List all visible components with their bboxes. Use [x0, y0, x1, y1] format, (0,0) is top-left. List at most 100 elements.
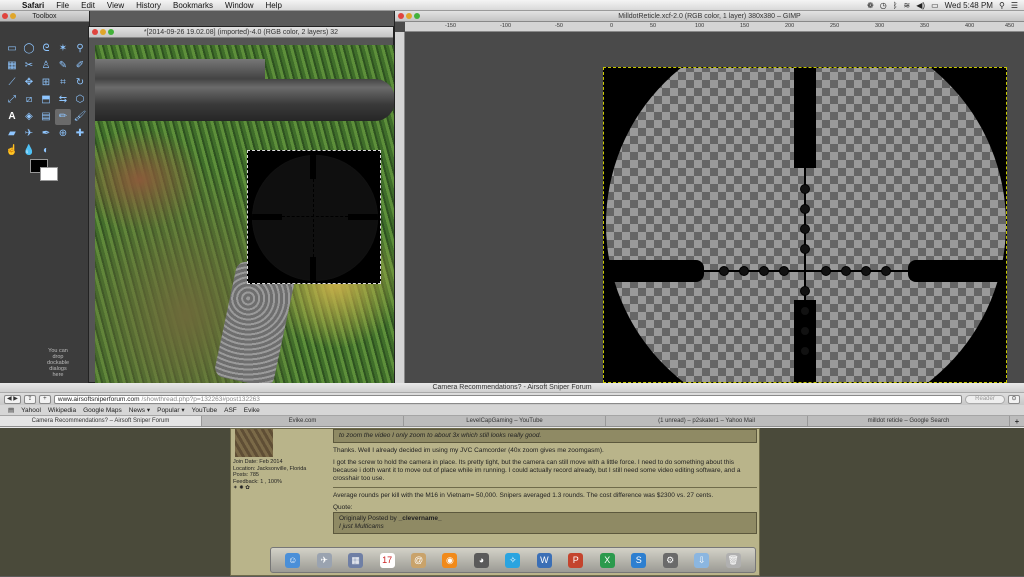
- gimp1-titlebar[interactable]: *[2014-09-26 19.02.08] (imported)-4.0 (R…: [89, 27, 393, 38]
- cage-icon[interactable]: ⬡: [72, 92, 88, 108]
- safari-titlebar[interactable]: Camera Recommendations? - Airsoft Sniper…: [0, 383, 1024, 393]
- volume-icon[interactable]: ◀): [916, 1, 925, 10]
- close-icon[interactable]: [92, 29, 98, 35]
- photo-canvas[interactable]: [95, 45, 395, 383]
- menu-history[interactable]: History: [130, 1, 167, 10]
- back-forward-button[interactable]: ◀ ▶: [4, 394, 21, 404]
- measure-icon[interactable]: ⟋: [4, 75, 20, 91]
- gimp2-titlebar[interactable]: MilldotReticle.xcf-2.0 (RGB color, 1 lay…: [395, 11, 1024, 22]
- notification-center-icon[interactable]: ☰: [1011, 1, 1018, 10]
- bookmark-item[interactable]: News ▾: [129, 406, 150, 414]
- paintbrush-icon[interactable]: 🖌: [72, 109, 88, 125]
- zoom-window-icon[interactable]: [108, 29, 114, 35]
- wifi-icon[interactable]: ≋: [904, 1, 911, 10]
- trash-icon[interactable]: 🗑: [725, 552, 741, 568]
- bookmark-item[interactable]: Popular ▾: [157, 406, 184, 414]
- scale-icon[interactable]: ⤢: [4, 92, 20, 108]
- menu-view[interactable]: View: [101, 1, 130, 10]
- time-machine-icon[interactable]: ◷: [880, 1, 887, 10]
- menu-edit[interactable]: Edit: [75, 1, 101, 10]
- minimize-icon[interactable]: [10, 13, 16, 19]
- battery-icon[interactable]: ▭: [931, 1, 939, 10]
- eraser-icon[interactable]: ▰: [4, 126, 20, 142]
- bookmark-item[interactable]: Evike: [244, 407, 260, 414]
- word-icon[interactable]: W: [536, 552, 552, 568]
- reticle-layer[interactable]: [247, 150, 381, 284]
- dodge-icon[interactable]: ◐: [38, 143, 54, 159]
- minimize-icon[interactable]: [406, 13, 412, 19]
- tab-youtube[interactable]: LevelCapGaming – YouTube: [404, 416, 606, 426]
- blur-icon[interactable]: 💧: [21, 143, 37, 159]
- paths-icon[interactable]: ✎: [55, 58, 71, 74]
- menu-window[interactable]: Window: [219, 1, 259, 10]
- reader-button[interactable]: Reader: [965, 394, 1005, 404]
- move-icon[interactable]: ✥: [21, 75, 37, 91]
- flip-icon[interactable]: ⇆: [55, 92, 71, 108]
- color-picker-icon[interactable]: ✐: [72, 58, 88, 74]
- heal-icon[interactable]: ✚: [72, 126, 88, 142]
- perspective-icon[interactable]: ⬒: [38, 92, 54, 108]
- bookmark-item[interactable]: Yahool: [21, 407, 41, 414]
- shear-icon[interactable]: ⧄: [21, 92, 37, 108]
- search-icon[interactable]: ⚲: [999, 1, 1005, 10]
- bluetooth-icon[interactable]: ᛒ: [893, 1, 898, 10]
- address-bar[interactable]: www.airsoftsniperforum.com/showthread.ph…: [53, 394, 962, 404]
- share-button[interactable]: ⇪: [23, 394, 36, 404]
- finder-icon[interactable]: ☺: [285, 552, 301, 568]
- contacts-icon[interactable]: @: [411, 552, 427, 568]
- rect-select-icon[interactable]: ▭: [4, 41, 20, 57]
- skype-icon[interactable]: S: [631, 552, 647, 568]
- close-icon[interactable]: [398, 13, 404, 19]
- downloads-folder-icon[interactable]: ⇩: [694, 552, 710, 568]
- menu-bookmarks[interactable]: Bookmarks: [167, 1, 219, 10]
- new-tab-button[interactable]: +: [1010, 416, 1024, 426]
- zoom-window-icon[interactable]: [414, 13, 420, 19]
- bookmark-item[interactable]: ASF: [224, 407, 237, 414]
- reticle-canvas[interactable]: [603, 67, 1007, 383]
- gimp-icon[interactable]: ◕: [473, 552, 489, 568]
- toolbox-titlebar[interactable]: Toolbox: [0, 11, 89, 22]
- bookmark-item[interactable]: Wikipedia: [48, 407, 76, 414]
- minimize-icon[interactable]: [100, 29, 106, 35]
- crop-icon[interactable]: ⌗: [55, 75, 71, 91]
- system-preferences-icon[interactable]: ⚙: [662, 552, 678, 568]
- add-button[interactable]: +: [38, 394, 51, 404]
- bucket-fill-icon[interactable]: ◈: [21, 109, 37, 125]
- excel-icon[interactable]: X: [599, 552, 615, 568]
- background-color[interactable]: [40, 167, 58, 181]
- foreground-select-icon[interactable]: ♙: [38, 58, 54, 74]
- clock[interactable]: Wed 5:48 PM: [945, 1, 993, 10]
- vertical-ruler[interactable]: [395, 32, 405, 383]
- menu-app-name[interactable]: Safari: [16, 1, 50, 10]
- tab-yahoo-mail[interactable]: (1 unread) – p2skater1 – Yahoo Mail: [606, 416, 808, 426]
- menu-help[interactable]: Help: [259, 1, 287, 10]
- free-select-icon[interactable]: ᘓ: [38, 41, 54, 57]
- align-icon[interactable]: ⊞: [38, 75, 54, 91]
- close-icon[interactable]: [2, 13, 8, 19]
- tab-airsoft-forum[interactable]: Camera Recommendations? – Airsoft Sniper…: [0, 416, 202, 426]
- pencil-icon[interactable]: ✏: [55, 109, 71, 125]
- airbrush-icon[interactable]: ✈: [21, 126, 37, 142]
- safari-icon[interactable]: ✧: [505, 552, 521, 568]
- calendar-icon[interactable]: 17: [379, 552, 395, 568]
- avatar[interactable]: [235, 429, 273, 457]
- clone-icon[interactable]: ⊕: [55, 126, 71, 142]
- downloads-icon[interactable]: ⊙: [1008, 394, 1020, 404]
- blend-icon[interactable]: ▤: [38, 109, 54, 125]
- mission-control-icon[interactable]: ▦: [348, 552, 364, 568]
- horizontal-ruler[interactable]: -150 -100 -50 0 50 100 150 200 250 300 3…: [405, 22, 1024, 32]
- fg-bg-colors[interactable]: [30, 159, 60, 183]
- zoom-icon[interactable]: ⚲: [72, 41, 88, 57]
- ink-icon[interactable]: ✒: [38, 126, 54, 142]
- creative-cloud-icon[interactable]: ❁: [867, 1, 874, 10]
- tab-google-search[interactable]: milldot reticle – Google Search: [808, 416, 1010, 426]
- quote-author[interactable]: _clevername_: [399, 515, 442, 522]
- powerpoint-icon[interactable]: P: [568, 552, 584, 568]
- bookmark-item[interactable]: YouTube: [192, 407, 218, 414]
- rotate-icon[interactable]: ↻: [72, 75, 88, 91]
- text-icon[interactable]: A: [4, 109, 20, 125]
- smudge-icon[interactable]: ☝: [4, 143, 20, 159]
- select-by-color-icon[interactable]: ▦: [4, 58, 20, 74]
- scissors-icon[interactable]: ✂: [21, 58, 37, 74]
- bookmark-item[interactable]: Google Maps: [83, 407, 122, 414]
